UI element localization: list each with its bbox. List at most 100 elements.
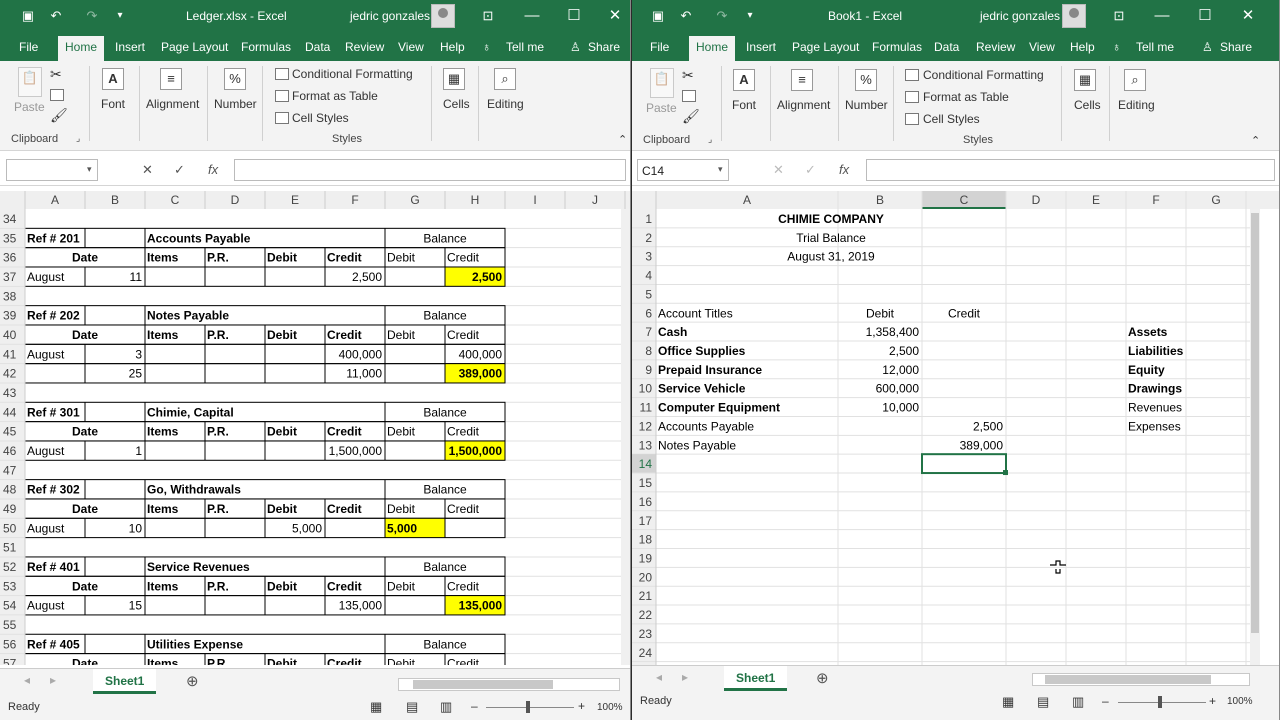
cell[interactable]: Equity bbox=[1128, 363, 1165, 377]
cell[interactable]: Balance bbox=[423, 637, 467, 651]
cell[interactable]: 400,000 bbox=[459, 347, 503, 361]
page-layout-view-icon[interactable]: ▤ bbox=[406, 699, 418, 715]
insert-function-icon[interactable]: fx bbox=[839, 162, 849, 177]
close-icon[interactable]: ✕ bbox=[1238, 6, 1258, 26]
cell[interactable]: Debit bbox=[387, 328, 416, 342]
cell[interactable]: Balance bbox=[423, 483, 467, 497]
row-header[interactable]: 19 bbox=[639, 551, 653, 565]
format-painter-icon[interactable]: 🖌 bbox=[682, 108, 700, 125]
row-header[interactable]: 41 bbox=[3, 347, 17, 361]
paste-icon[interactable]: 📋 bbox=[18, 67, 42, 97]
cells-button[interactable]: Cells bbox=[443, 97, 470, 111]
cell[interactable]: Debit bbox=[267, 425, 297, 439]
cell[interactable]: 2,500 bbox=[889, 344, 919, 358]
ribbon-display-icon[interactable]: ⊡ bbox=[1109, 6, 1129, 26]
row-header[interactable]: 18 bbox=[639, 533, 653, 547]
tab-insert[interactable]: Insert bbox=[115, 40, 145, 54]
tab-formulas[interactable]: Formulas bbox=[241, 40, 291, 54]
paste-icon[interactable]: 📋 bbox=[650, 68, 674, 98]
editing-button[interactable]: Editing bbox=[1118, 98, 1155, 112]
cancel-icon[interactable]: ✕ bbox=[773, 162, 784, 178]
cell[interactable]: August bbox=[27, 599, 65, 613]
font-icon[interactable]: A bbox=[102, 68, 124, 90]
cell[interactable]: Date bbox=[72, 328, 98, 342]
cell[interactable]: Credit bbox=[447, 425, 480, 439]
scroll-right-icon[interactable]: ▸ bbox=[50, 673, 56, 687]
cell[interactable]: Drawings bbox=[1128, 382, 1182, 396]
font-icon[interactable]: A bbox=[733, 69, 755, 91]
row-header[interactable]: 38 bbox=[3, 289, 17, 303]
row-header[interactable]: 49 bbox=[3, 502, 17, 516]
horizontal-scrollbar[interactable] bbox=[398, 678, 620, 691]
cells-icon[interactable]: ▦ bbox=[443, 68, 465, 90]
row-header[interactable]: 9 bbox=[645, 363, 652, 377]
cell[interactable]: Balance bbox=[423, 309, 467, 323]
dialog-launcher-icon[interactable]: ⌟ bbox=[76, 133, 80, 144]
cell[interactable]: August bbox=[27, 347, 65, 361]
cell[interactable]: Date bbox=[72, 425, 98, 439]
cell[interactable]: Debit bbox=[267, 502, 297, 516]
cell[interactable]: Notes Payable bbox=[147, 309, 229, 323]
collapse-ribbon-icon[interactable]: ⌃ bbox=[1251, 134, 1260, 147]
cell[interactable]: P.R. bbox=[207, 502, 229, 516]
cell[interactable]: Liabilities bbox=[1128, 344, 1184, 358]
row-header[interactable]: 17 bbox=[639, 514, 653, 528]
number-button[interactable]: Number bbox=[845, 98, 888, 112]
cell[interactable]: Chimie, Capital bbox=[147, 405, 234, 419]
column-header[interactable]: B bbox=[876, 193, 884, 207]
zoom-out-icon[interactable]: – bbox=[471, 699, 478, 713]
formula-input[interactable] bbox=[866, 159, 1275, 181]
alignment-button[interactable]: Alignment bbox=[777, 98, 830, 112]
row-header[interactable]: 10 bbox=[639, 382, 653, 396]
column-header[interactable]: G bbox=[410, 193, 419, 207]
redo-icon[interactable]: ↷ bbox=[714, 8, 730, 24]
cell[interactable]: Credit bbox=[948, 306, 981, 320]
cell[interactable]: Date bbox=[72, 657, 98, 665]
editing-button[interactable]: Editing bbox=[487, 97, 524, 111]
cell[interactable]: Prepaid Insurance bbox=[658, 363, 762, 377]
cell[interactable]: 135,000 bbox=[459, 599, 503, 613]
normal-view-icon[interactable]: ▦ bbox=[370, 699, 382, 715]
alignment-icon[interactable]: ≡ bbox=[791, 69, 813, 91]
conditional-formatting-button[interactable]: Conditional Formatting bbox=[923, 68, 1044, 82]
scroll-right-icon[interactable]: ▸ bbox=[682, 670, 688, 684]
cell[interactable]: Credit bbox=[327, 425, 362, 439]
cell[interactable]: Date bbox=[72, 579, 98, 593]
row-header[interactable]: 34 bbox=[3, 212, 17, 226]
paste-button[interactable]: Paste bbox=[14, 100, 45, 114]
name-box[interactable]: C14 bbox=[637, 159, 729, 181]
column-header[interactable]: F bbox=[351, 193, 358, 207]
row-header[interactable]: 45 bbox=[3, 425, 17, 439]
vertical-scrollbar-thumb[interactable] bbox=[1251, 213, 1259, 633]
tab-view[interactable]: View bbox=[1029, 40, 1055, 54]
number-button[interactable]: Number bbox=[214, 97, 257, 111]
cell[interactable]: Account Titles bbox=[658, 306, 733, 320]
row-header[interactable]: 54 bbox=[3, 599, 17, 613]
cell[interactable]: 15 bbox=[129, 599, 143, 613]
column-header[interactable]: B bbox=[111, 193, 119, 207]
zoom-out-icon[interactable]: – bbox=[1102, 694, 1109, 708]
row-header[interactable]: 4 bbox=[645, 269, 652, 283]
cell[interactable]: August bbox=[27, 270, 65, 284]
cell[interactable]: Revenues bbox=[1128, 401, 1182, 415]
scroll-left-icon[interactable]: ◂ bbox=[24, 673, 30, 687]
font-button[interactable]: Font bbox=[732, 98, 756, 112]
save-icon[interactable]: ▣ bbox=[20, 8, 36, 24]
row-header[interactable]: 14 bbox=[639, 457, 653, 471]
zoom-in-icon[interactable]: + bbox=[578, 699, 585, 713]
cell[interactable]: 12,000 bbox=[882, 363, 919, 377]
active-cell[interactable] bbox=[921, 453, 1007, 475]
column-header[interactable]: E bbox=[1092, 193, 1100, 207]
cell[interactable]: August 31, 2019 bbox=[787, 250, 875, 264]
column-header[interactable]: F bbox=[1152, 193, 1159, 207]
row-header[interactable]: 37 bbox=[3, 270, 17, 284]
cell[interactable]: August bbox=[27, 521, 65, 535]
cell[interactable]: Assets bbox=[1128, 325, 1168, 339]
new-sheet-icon[interactable]: ⊕ bbox=[186, 672, 199, 690]
search-icon[interactable]: ⌕ bbox=[1124, 69, 1146, 91]
sheet-tab-sheet1[interactable]: Sheet1 bbox=[724, 666, 788, 691]
cell[interactable]: Credit bbox=[327, 502, 362, 516]
cell[interactable]: Computer Equipment bbox=[658, 401, 780, 415]
tab-view[interactable]: View bbox=[398, 40, 424, 54]
cell[interactable]: 11,000 bbox=[346, 367, 382, 381]
